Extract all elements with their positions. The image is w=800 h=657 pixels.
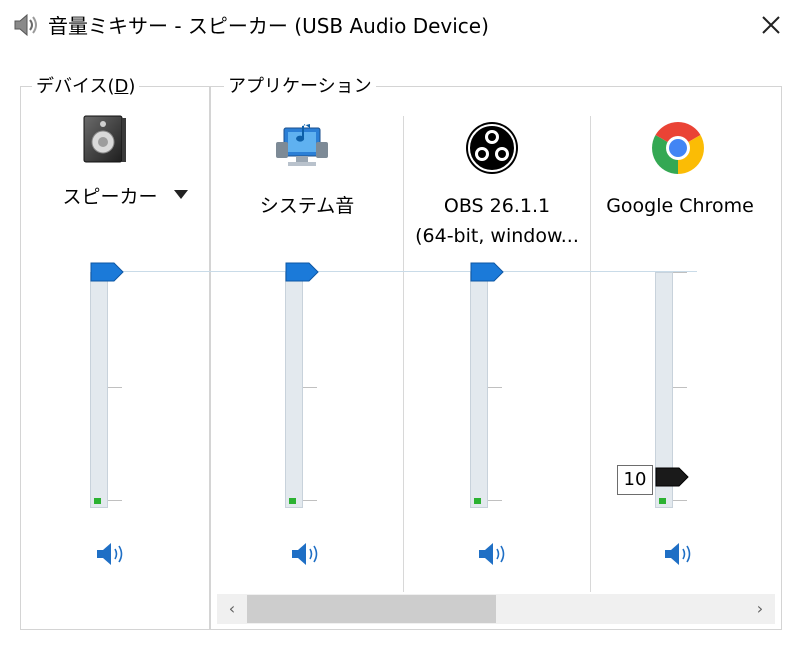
slider-tick bbox=[108, 500, 122, 501]
horizontal-scrollbar[interactable]: ‹ › bbox=[217, 594, 775, 624]
device-volume-slider[interactable] bbox=[90, 262, 150, 512]
slider-track bbox=[90, 272, 108, 508]
title-bar: 音量ミキサー - スピーカー (USB Audio Device) bbox=[0, 0, 800, 52]
obs-name: OBS 26.1.1 bbox=[443, 195, 551, 217]
obs-volume-slider[interactable] bbox=[470, 262, 530, 512]
channel-separator bbox=[590, 116, 591, 592]
slider-tick bbox=[673, 500, 687, 501]
system-sounds-volume-slider[interactable] bbox=[285, 262, 345, 512]
slider-tick bbox=[303, 387, 317, 388]
chrome-icon bbox=[652, 122, 704, 174]
slider-track bbox=[470, 272, 488, 508]
device-mnemonic: D bbox=[114, 76, 129, 97]
device-group-label: デバイス(D) bbox=[32, 76, 140, 98]
channel-separator bbox=[403, 116, 404, 592]
system-sounds-icon bbox=[276, 124, 328, 166]
slider-tick bbox=[673, 387, 687, 388]
system-sounds-name: システム音 bbox=[259, 195, 355, 217]
obs-icon bbox=[466, 122, 518, 174]
peak-meter bbox=[94, 498, 101, 504]
slider-thumb[interactable] bbox=[90, 262, 124, 282]
slider-tick bbox=[108, 387, 122, 388]
slider-thumb[interactable] bbox=[470, 262, 504, 282]
obs-name-line2: (64-bit, window... bbox=[415, 225, 579, 247]
speaker-device-icon bbox=[83, 115, 126, 163]
slider-tick bbox=[488, 500, 502, 501]
slider-tick bbox=[488, 387, 502, 388]
peak-meter-line bbox=[100, 271, 697, 272]
volume-icon[interactable] bbox=[477, 540, 509, 568]
peak-meter bbox=[659, 498, 666, 504]
applications-group-label: アプリケーション bbox=[224, 76, 376, 98]
slider-thumb[interactable] bbox=[655, 467, 689, 487]
chrome-name: Google Chrome bbox=[606, 195, 754, 217]
device-name[interactable]: スピーカー bbox=[50, 184, 170, 210]
slider-tick bbox=[303, 500, 317, 501]
scrollbar-thumb[interactable] bbox=[247, 595, 496, 623]
scroll-left-button[interactable]: ‹ bbox=[217, 594, 247, 624]
chrome-volume-slider[interactable] bbox=[655, 262, 715, 512]
speaker-icon bbox=[14, 13, 37, 37]
slider-track bbox=[285, 272, 303, 508]
dropdown-arrow-icon[interactable] bbox=[174, 190, 188, 199]
slider-thumb[interactable] bbox=[285, 262, 319, 282]
slider-tick bbox=[673, 272, 687, 273]
volume-value-tooltip: 10 bbox=[617, 465, 653, 495]
peak-meter bbox=[474, 498, 481, 504]
close-icon[interactable] bbox=[746, 6, 796, 44]
volume-icon[interactable] bbox=[290, 540, 322, 568]
window-title: 音量ミキサー - スピーカー (USB Audio Device) bbox=[48, 14, 489, 38]
peak-meter bbox=[289, 498, 296, 504]
scroll-right-button[interactable]: › bbox=[745, 594, 775, 624]
volume-icon[interactable] bbox=[95, 540, 127, 568]
volume-icon[interactable] bbox=[663, 540, 695, 568]
